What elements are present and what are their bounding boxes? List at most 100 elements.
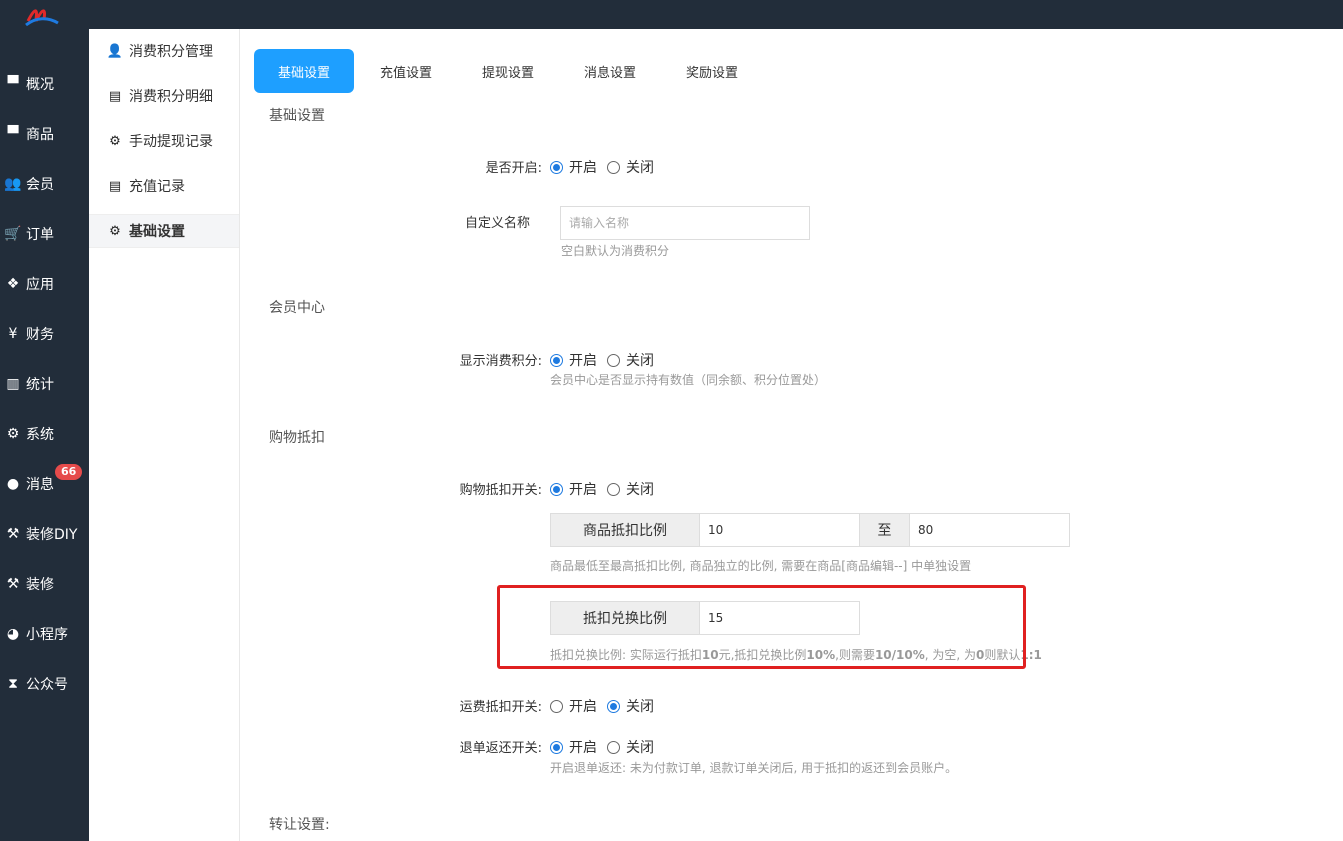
- nav-label: 应用: [26, 277, 54, 293]
- tab-withdraw-settings[interactable]: 提现设置: [467, 49, 549, 93]
- section-title-basic: 基础设置: [269, 108, 325, 124]
- radio-checked-icon: [550, 160, 563, 174]
- nav-label: 会员: [26, 177, 54, 193]
- radio-checked-icon: [550, 353, 563, 367]
- file-icon: ▤: [108, 88, 122, 104]
- goods-ratio-addon: 商品抵扣比例: [550, 513, 700, 547]
- subnav-label: 充值记录: [129, 179, 185, 195]
- nav-item-finance[interactable]: ¥ 财务: [0, 314, 89, 354]
- freight-off-radio[interactable]: 关闭: [607, 696, 654, 716]
- radio-unchecked-icon: [550, 699, 563, 713]
- enable-label: 是否开启:: [485, 161, 542, 176]
- users-icon: 👥: [4, 176, 22, 192]
- freight-on-radio[interactable]: 开启: [550, 696, 597, 716]
- sub-sidebar: 👤 消费积分管理 ▤ 消费积分明细 ⚙ 手动提现记录 ▤ 充值记录 ⚙ 基础设置: [89, 29, 240, 841]
- archive-icon: ▀: [7, 76, 19, 92]
- nav-item-system[interactable]: ⚙ 系统: [0, 414, 89, 454]
- deduct-switch-label: 购物抵扣开关:: [459, 483, 542, 498]
- custom-name-input[interactable]: [560, 206, 810, 240]
- cogs-icon: ⚙: [6, 426, 20, 442]
- enable-off-radio[interactable]: 关闭: [607, 157, 654, 177]
- gavel-icon: ⚒: [6, 526, 20, 542]
- yen-icon: ¥: [8, 326, 18, 342]
- nav-label: 系统: [26, 427, 54, 443]
- nav-item-overview[interactable]: ▀ 概况: [0, 64, 89, 104]
- wechat-icon: ◕: [6, 626, 20, 642]
- subnav-item-points-detail[interactable]: ▤ 消费积分明细: [89, 79, 239, 113]
- main-content: 基础设置 充值设置 提现设置 消息设置 奖励设置 基础设置 是否开启: 开启 关…: [240, 29, 1343, 841]
- refund-radio-group: 开启 关闭: [550, 737, 664, 757]
- custom-name-label: 自定义名称: [464, 216, 530, 231]
- file-icon: ▤: [108, 178, 122, 194]
- brand-logo-icon[interactable]: [24, 3, 60, 27]
- nav-label: 概况: [26, 77, 54, 93]
- section-title-transfer: 转让设置:: [269, 817, 330, 833]
- enable-on-radio[interactable]: 开启: [550, 157, 597, 177]
- to-addon: 至: [859, 513, 910, 547]
- freight-label: 运费抵扣开关:: [459, 700, 542, 715]
- nav-label: 商品: [26, 127, 54, 143]
- radio-checked-icon: [607, 699, 620, 713]
- cubes-icon: ❖: [6, 276, 20, 292]
- subnav-item-basic-settings[interactable]: ⚙ 基础设置: [89, 214, 239, 248]
- nav-label: 小程序: [26, 627, 68, 643]
- radio-unchecked-icon: [607, 740, 620, 754]
- nav-item-messages[interactable]: ● 消息 66: [0, 464, 89, 504]
- goods-ratio-hint: 商品最低至最高抵扣比例, 商品独立的比例, 需要在商品[商品编辑--] 中单独设…: [550, 559, 972, 573]
- top-bar: [0, 0, 1343, 29]
- cogs-icon: ⚙: [109, 223, 121, 239]
- nav-label: 统计: [26, 377, 54, 393]
- goods-ratio-max-input[interactable]: [909, 513, 1070, 547]
- refund-off-radio[interactable]: 关闭: [607, 737, 654, 757]
- subnav-label: 基础设置: [129, 224, 185, 240]
- refund-label: 退单返还开关:: [459, 741, 542, 756]
- tab-recharge-settings[interactable]: 充值设置: [365, 49, 447, 93]
- radio-unchecked-icon: [607, 160, 620, 174]
- subnav-label: 消费积分明细: [129, 89, 213, 105]
- subnav-item-withdraw-records[interactable]: ⚙ 手动提现记录: [89, 124, 239, 158]
- nav-label: 公众号: [26, 677, 68, 693]
- subnav-item-points-manage[interactable]: 👤 消费积分管理: [89, 34, 239, 68]
- nav-item-stats[interactable]: ▥ 统计: [0, 364, 89, 404]
- radio-checked-icon: [550, 740, 563, 754]
- hourglass-icon: ⧗: [8, 676, 18, 692]
- tab-message-settings[interactable]: 消息设置: [569, 49, 651, 93]
- cart-icon: 🛒: [4, 226, 22, 242]
- nav-item-members[interactable]: 👥 会员: [0, 164, 89, 204]
- nav-label: 订单: [26, 227, 54, 243]
- nav-item-miniprogram[interactable]: ◕ 小程序: [0, 614, 89, 654]
- nav-item-orders[interactable]: 🛒 订单: [0, 214, 89, 254]
- gavel-icon: ⚒: [6, 576, 20, 592]
- deduct-switch-off-radio[interactable]: 关闭: [607, 479, 654, 499]
- subnav-item-recharge-records[interactable]: ▤ 充值记录: [89, 169, 239, 203]
- nav-label: 装修: [26, 577, 54, 593]
- user-icon: 👤: [106, 43, 124, 59]
- show-points-off-radio[interactable]: 关闭: [607, 350, 654, 370]
- nav-label: 装修DIY: [26, 527, 78, 543]
- nav-label: 消息: [26, 477, 54, 493]
- nav-item-decorate[interactable]: ⚒ 装修: [0, 564, 89, 604]
- nav-label: 财务: [26, 327, 54, 343]
- section-title-shopping-deduct: 购物抵扣: [269, 430, 325, 446]
- nav-item-official-account[interactable]: ⧗ 公众号: [0, 664, 89, 704]
- deduct-switch-radio-group: 开启 关闭: [550, 479, 664, 499]
- subnav-label: 手动提现记录: [129, 134, 213, 150]
- show-points-on-radio[interactable]: 开启: [550, 350, 597, 370]
- goods-ratio-min-input[interactable]: [699, 513, 860, 547]
- section-title-member-center: 会员中心: [269, 300, 325, 316]
- radio-unchecked-icon: [607, 353, 620, 367]
- nav-item-apps[interactable]: ❖ 应用: [0, 264, 89, 304]
- refund-on-radio[interactable]: 开启: [550, 737, 597, 757]
- deduct-switch-on-radio[interactable]: 开启: [550, 479, 597, 499]
- message-count-badge: 66: [55, 464, 83, 480]
- enable-radio-group: 开启 关闭: [550, 157, 664, 177]
- show-points-radio-group: 开启 关闭: [550, 350, 664, 370]
- cogs-icon: ⚙: [109, 133, 121, 149]
- comment-icon: ●: [6, 476, 20, 492]
- tab-reward-settings[interactable]: 奖励设置: [671, 49, 753, 93]
- subnav-label: 消费积分管理: [129, 44, 213, 60]
- tab-basic-settings[interactable]: 基础设置: [254, 49, 354, 93]
- nav-item-decorate-diy[interactable]: ⚒ 装修DIY: [0, 514, 89, 554]
- nav-item-goods[interactable]: ▀ 商品: [0, 114, 89, 154]
- show-points-label: 显示消费积分:: [459, 354, 542, 369]
